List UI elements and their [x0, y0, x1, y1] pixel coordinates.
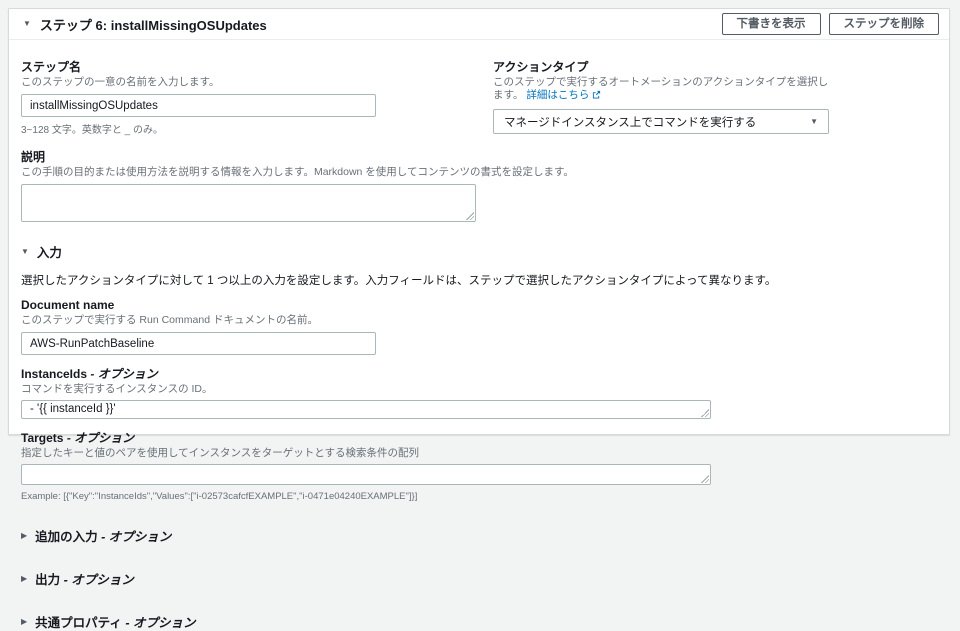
dropdown-caret-icon: ▼ [810, 117, 818, 126]
action-type-help: このステップで実行するオートメーションのアクションタイプを選択します。 詳細はこ… [493, 76, 829, 103]
description-textarea[interactable] [21, 184, 476, 222]
step-header: ▼ ステップ 6: installMissingOSUpdates 下書きを表示… [9, 9, 949, 40]
action-type-selected-value: マネージドインスタンス上でコマンドを実行する [504, 116, 757, 129]
description-field-group: 説明 この手順の目的または使用方法を説明する情報を入力します。Markdown … [21, 150, 929, 222]
targets-optional-tag: - オプション [66, 431, 135, 445]
external-link-icon [592, 90, 601, 103]
step-name-field-group: ステップ名 このステップの一意の名前を入力します。 3~128 文字。英数字と … [21, 60, 493, 136]
input-section-header[interactable]: ▼ 入力 [21, 242, 929, 261]
common-properties-optional-tag: - オプション [125, 616, 196, 630]
step-name-label: ステップ名 [21, 60, 82, 74]
outputs-section-header[interactable]: ▶ 出力 - オプション [21, 569, 929, 588]
step-name-hint: 3~128 文字。英数字と _ のみ。 [21, 125, 163, 136]
step-name-input[interactable] [21, 94, 376, 117]
targets-help: 指定したキーと値のペアを使用してインスタンスをターゲットとする検索条件の配列 [21, 447, 419, 459]
expand-caret-icon: ▶ [21, 573, 28, 583]
show-draft-button[interactable]: 下書きを表示 [721, 13, 821, 35]
additional-inputs-optional-tag: - オプション [101, 530, 172, 544]
additional-inputs-label: 追加の入力 [35, 530, 98, 544]
step-title: ステップ 6: installMissingOSUpdates [39, 17, 267, 33]
learn-more-link[interactable]: 詳細はこちら [526, 89, 589, 101]
targets-textarea[interactable] [21, 464, 711, 485]
step-name-help: このステップの一意の名前を入力します。 [21, 76, 220, 88]
document-name-field-group: Document name このステップで実行する Run Command ドキ… [21, 298, 929, 355]
action-type-select[interactable]: マネージドインスタンス上でコマンドを実行する ▼ [493, 109, 829, 134]
outputs-label: 出力 [35, 573, 61, 587]
document-name-label: Document name [21, 298, 115, 312]
delete-step-button[interactable]: ステップを削除 [828, 13, 939, 35]
input-section-title: 入力 [36, 246, 62, 260]
instance-ids-optional-tag: - オプション [90, 367, 158, 381]
outputs-optional-tag: - オプション [63, 573, 134, 587]
instance-ids-help: コマンドを実行するインスタンスの ID。 [21, 383, 213, 395]
expand-caret-icon: ▶ [21, 616, 28, 626]
instance-ids-field-group: InstanceIds - オプション コマンドを実行するインスタンスの ID。… [21, 367, 929, 419]
targets-field-group: Targets - オプション 指定したキーと値のペアを使用してインスタンスをタ… [21, 431, 929, 502]
instance-ids-textarea[interactable]: - '{{ instanceId }}' [21, 400, 711, 419]
targets-example: Example: [{"Key":"InstanceIds","Values":… [21, 491, 418, 502]
document-name-input[interactable] [21, 332, 376, 355]
targets-label: Targets [21, 431, 64, 445]
additional-inputs-section-header[interactable]: ▶ 追加の入力 - オプション [21, 526, 929, 545]
expand-caret-icon: ▶ [21, 530, 28, 540]
description-label: 説明 [21, 150, 46, 164]
description-help: この手順の目的または使用方法を説明する情報を入力します。Markdown を使用… [21, 166, 574, 178]
common-properties-section-header[interactable]: ▶ 共通プロパティ - オプション [21, 612, 929, 631]
document-name-help: このステップで実行する Run Command ドキュメントの名前。 [21, 314, 318, 326]
action-type-field-group: アクションタイプ このステップで実行するオートメーションのアクションタイプを選択… [493, 60, 829, 136]
input-section-caret-icon: ▼ [21, 246, 29, 256]
step-editor-card: ▼ ステップ 6: installMissingOSUpdates 下書きを表示… [8, 8, 950, 630]
common-properties-label: 共通プロパティ [35, 616, 122, 630]
collapse-caret-icon[interactable]: ▼ [23, 20, 31, 28]
action-type-label: アクションタイプ [493, 60, 589, 74]
input-section-intro: 選択したアクションタイプに対して 1 つ以上の入力を設定します。入力フィールドは… [21, 275, 777, 287]
instance-ids-label: InstanceIds [21, 367, 88, 381]
